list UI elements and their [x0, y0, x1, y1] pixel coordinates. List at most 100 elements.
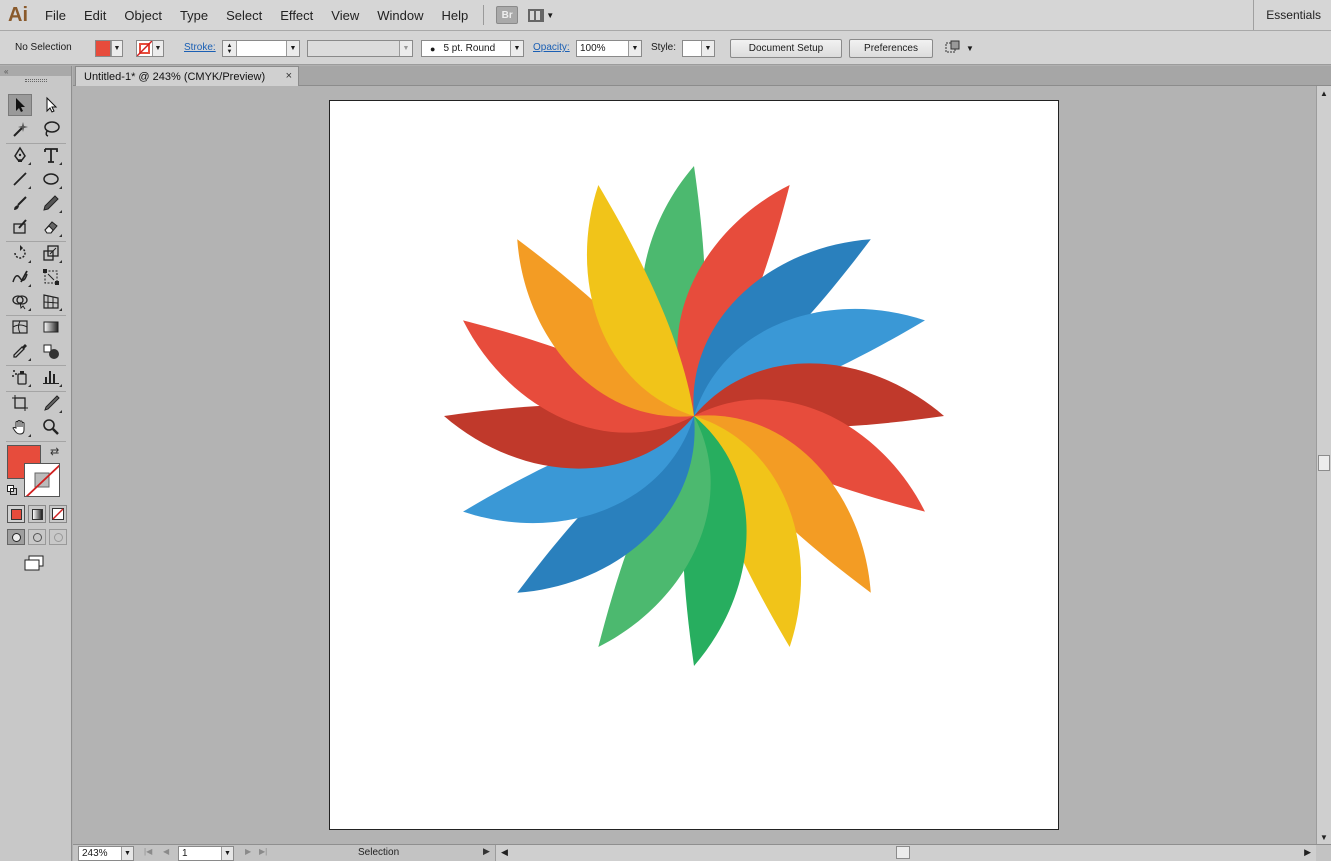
previous-artboard-icon[interactable]: ◀ [163, 847, 169, 856]
eraser-tool[interactable] [39, 216, 63, 238]
zoom-field[interactable]: 243% ▼ [78, 846, 134, 861]
default-fill-stroke-icon[interactable] [7, 485, 17, 495]
fill-swatch-dropdown[interactable]: ▼ [95, 40, 123, 57]
draw-inside-button[interactable] [49, 529, 67, 545]
menu-type[interactable]: Type [171, 0, 217, 31]
workspace-switcher[interactable]: Essentials [1253, 0, 1321, 30]
free-transform-tool[interactable] [39, 266, 63, 288]
menu-edit[interactable]: Edit [75, 0, 115, 31]
graphic-style-dropdown[interactable]: ▼ [682, 40, 715, 57]
collapse-panel-icon[interactable]: « [0, 66, 71, 76]
menu-separator [483, 5, 485, 25]
brush-definition-dropdown[interactable]: ● 5 pt. Round ▼ [421, 40, 524, 57]
panel-grip[interactable] [0, 76, 71, 84]
selection-tool[interactable] [8, 94, 32, 116]
document-tab[interactable]: Untitled-1* @ 243% (CMYK/Preview) × [75, 66, 299, 86]
chevron-down-icon: ▼ [701, 41, 714, 56]
close-icon[interactable]: × [286, 70, 292, 82]
none-mode-button[interactable] [49, 505, 67, 523]
ellipse-tool[interactable] [39, 168, 63, 190]
isolate-object-icon [945, 40, 960, 53]
status-menu-icon[interactable]: ▶ [483, 846, 490, 857]
arrange-documents-button[interactable]: ▼ [528, 8, 554, 22]
isolate-selection-button[interactable]: ▼ [944, 40, 974, 56]
type-tool[interactable] [39, 144, 63, 166]
artboard-number-value: 1 [182, 848, 188, 859]
blob-brush-tool[interactable] [8, 216, 32, 238]
swap-fill-stroke-icon[interactable]: ⇄ [50, 445, 59, 458]
paintbrush-tool[interactable] [8, 192, 32, 214]
scroll-down-icon[interactable]: ▼ [1317, 830, 1331, 844]
stroke-color-swatch[interactable] [24, 463, 60, 497]
symbol-sprayer-tool[interactable] [8, 366, 32, 388]
magic-wand-tool[interactable] [8, 118, 32, 140]
warp-tool[interactable] [8, 266, 32, 288]
stroke-swatch-dropdown[interactable]: ▼ [136, 40, 164, 57]
line-tool[interactable] [8, 168, 32, 190]
selection-tool-icon [16, 98, 25, 112]
direct-selection-tool-icon [46, 96, 58, 113]
draw-normal-button[interactable] [7, 529, 25, 545]
zoom-tool[interactable] [39, 416, 63, 438]
pencil-tool[interactable] [39, 192, 63, 214]
stepper-icon[interactable]: ▲ ▼ [223, 41, 237, 56]
document-setup-button[interactable]: Document Setup [730, 39, 842, 58]
stroke-weight-field[interactable]: ▲ ▼ ▼ [222, 40, 300, 57]
column-graph-tool[interactable] [39, 366, 63, 388]
artboard-tool[interactable] [8, 392, 32, 414]
draw-behind-button[interactable] [28, 529, 46, 545]
horizontal-scrollbar[interactable]: ◀ ▶ [495, 845, 1316, 861]
stroke-panel-link[interactable]: Stroke: [184, 42, 216, 53]
blend-tool-icon [43, 344, 59, 359]
color-mode-button[interactable] [7, 505, 25, 523]
menu-object[interactable]: Object [115, 0, 171, 31]
zoom-value: 243% [82, 848, 108, 859]
scale-tool-icon [43, 245, 59, 261]
slice-tool-icon [44, 395, 60, 411]
vertical-scroll-thumb[interactable] [1318, 455, 1330, 471]
scroll-up-icon[interactable]: ▲ [1317, 86, 1331, 100]
menu-select[interactable]: Select [217, 0, 271, 31]
eyedropper-tool[interactable] [8, 340, 32, 362]
slice-tool[interactable] [39, 392, 63, 414]
pen-tool[interactable] [8, 144, 32, 166]
opacity-panel-link[interactable]: Opacity: [533, 42, 570, 53]
horizontal-scroll-thumb[interactable] [896, 846, 910, 859]
opacity-field[interactable]: 100% ▼ [576, 40, 642, 57]
gradient-mode-button[interactable] [28, 505, 46, 523]
scroll-left-icon[interactable]: ◀ [501, 847, 508, 858]
artboard-number-field[interactable]: 1 ▼ [178, 846, 234, 861]
gradient-tool[interactable] [39, 316, 63, 338]
scroll-right-icon[interactable]: ▶ [1304, 847, 1311, 858]
screen-mode-button[interactable] [22, 554, 48, 572]
last-artboard-icon[interactable]: ▶| [259, 847, 267, 856]
flower-artwork[interactable] [330, 101, 1060, 831]
vertical-scrollbar[interactable]: ▲ ▼ [1316, 86, 1331, 844]
shape-builder-tool[interactable] [8, 290, 32, 312]
menu-view[interactable]: View [322, 0, 368, 31]
rotate-tool[interactable] [8, 242, 32, 264]
scale-tool[interactable] [39, 242, 63, 264]
artboard[interactable] [329, 100, 1059, 830]
hand-tool[interactable] [8, 416, 32, 438]
none-stroke-icon [25, 464, 59, 496]
perspective-grid-tool[interactable] [39, 290, 63, 312]
draw-normal-icon [11, 532, 21, 542]
menu-window[interactable]: Window [368, 0, 432, 31]
menu-help[interactable]: Help [432, 0, 477, 31]
first-artboard-icon[interactable]: |◀ [144, 847, 152, 856]
symbol-sprayer-tool-icon [12, 370, 27, 385]
none-icon [52, 508, 64, 520]
direct-selection-tool[interactable] [39, 94, 63, 116]
lasso-tool[interactable] [39, 118, 63, 140]
menu-file[interactable]: File [36, 0, 75, 31]
next-artboard-icon[interactable]: ▶ [245, 847, 251, 856]
variable-width-profile[interactable]: ▼ [307, 40, 413, 57]
blend-tool[interactable] [39, 340, 63, 362]
canvas-area[interactable] [73, 86, 1316, 844]
mesh-tool[interactable] [8, 316, 32, 338]
preferences-button[interactable]: Preferences [849, 39, 933, 58]
bridge-button[interactable]: Br [496, 6, 519, 24]
gradient-tool-icon [43, 321, 59, 333]
menu-effect[interactable]: Effect [271, 0, 322, 31]
